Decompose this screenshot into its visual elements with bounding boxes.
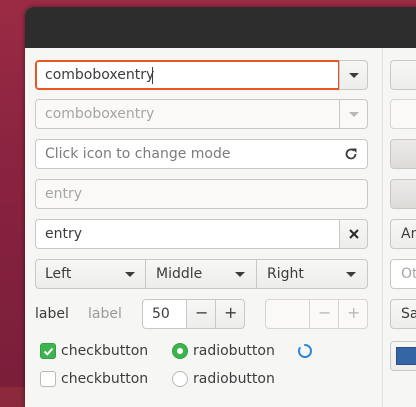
right-entry-placeholder: Ot: [401, 266, 416, 282]
combobox-entry-disabled-text: comboboxentry: [45, 106, 155, 122]
combobox-dropdown-button[interactable]: [339, 60, 368, 90]
segment-right-label: Right: [267, 266, 304, 282]
spin-entry[interactable]: 50: [142, 299, 187, 329]
spin-value: 50: [152, 306, 170, 322]
combobox-entry-input[interactable]: comboboxentry: [35, 60, 340, 90]
plus-icon: +: [224, 303, 238, 322]
spin-decrement-button[interactable]: −: [186, 299, 216, 329]
checkbox-unchecked-label[interactable]: checkbutton: [61, 370, 148, 388]
combobox-dropdown-button-disabled: [339, 99, 368, 129]
right-dropdown-label: An: [401, 226, 416, 242]
window-titlebar[interactable]: [25, 7, 416, 48]
spin-increment-button[interactable]: +: [215, 299, 245, 329]
right-save-button[interactable]: Sa: [390, 299, 416, 329]
spin-entry-disabled: [265, 299, 310, 329]
spin-decrement-disabled: −: [309, 299, 339, 329]
checkmark-icon: [43, 347, 54, 356]
radio-dot: [177, 348, 183, 354]
combobox-entry-text: comboboxentry: [45, 67, 155, 83]
segment-left-label: Left: [45, 266, 72, 282]
minus-icon: −: [195, 303, 209, 322]
combobox-entry-disabled: comboboxentry: [35, 99, 340, 129]
segment-middle-label: Middle: [156, 266, 203, 282]
right-toggle-button-2[interactable]: [390, 179, 416, 209]
right-color-button[interactable]: [390, 341, 416, 371]
right-button-2-disabled: [390, 99, 416, 129]
chevron-down-icon: [349, 112, 359, 117]
segment-right-button[interactable]: Right: [256, 259, 368, 289]
gtk-demo-window: comboboxentry comboboxentry Click icon t…: [25, 7, 416, 407]
radio-checked-label[interactable]: radiobutton: [193, 342, 275, 360]
color-swatch: [396, 347, 416, 365]
entry-disabled-text: entry: [45, 186, 83, 202]
refresh-icon[interactable]: [344, 147, 358, 161]
checkbox-checked-label[interactable]: checkbutton: [61, 342, 148, 360]
right-toggle-button[interactable]: [390, 139, 416, 169]
right-entry[interactable]: Ot: [390, 259, 416, 289]
icon-mode-entry-placeholder: Click icon to change mode: [45, 146, 231, 162]
plus-icon: +: [347, 303, 361, 322]
radio-unchecked[interactable]: [172, 371, 188, 387]
entry-text: entry: [45, 226, 83, 242]
right-dropdown-button[interactable]: An: [390, 219, 416, 249]
radio-checked[interactable]: [172, 343, 188, 359]
clear-button[interactable]: [339, 219, 368, 249]
spinner-icon: [298, 344, 312, 358]
column-separator: [382, 48, 383, 407]
entry-disabled: entry: [35, 179, 368, 209]
close-icon: [349, 229, 359, 239]
chevron-down-icon: [346, 272, 356, 277]
segment-middle-button[interactable]: Middle: [145, 259, 257, 289]
right-button-1[interactable]: [390, 60, 416, 90]
label-disabled: label: [88, 306, 122, 322]
spin-increment-disabled: +: [338, 299, 368, 329]
minus-icon: −: [318, 303, 332, 322]
segment-left-button[interactable]: Left: [35, 259, 146, 289]
chevron-down-icon: [235, 272, 245, 277]
text-cursor: [152, 67, 153, 84]
checkbox-unchecked[interactable]: [40, 371, 56, 387]
icon-mode-entry[interactable]: Click icon to change mode: [35, 139, 368, 169]
right-save-label: Sa: [401, 306, 416, 322]
entry-input[interactable]: entry: [35, 219, 340, 249]
chevron-down-icon: [125, 272, 135, 277]
label-normal: label: [35, 306, 69, 322]
radio-unchecked-label[interactable]: radiobutton: [193, 370, 275, 388]
chevron-down-icon: [349, 73, 359, 78]
checkbox-checked[interactable]: [40, 343, 56, 359]
